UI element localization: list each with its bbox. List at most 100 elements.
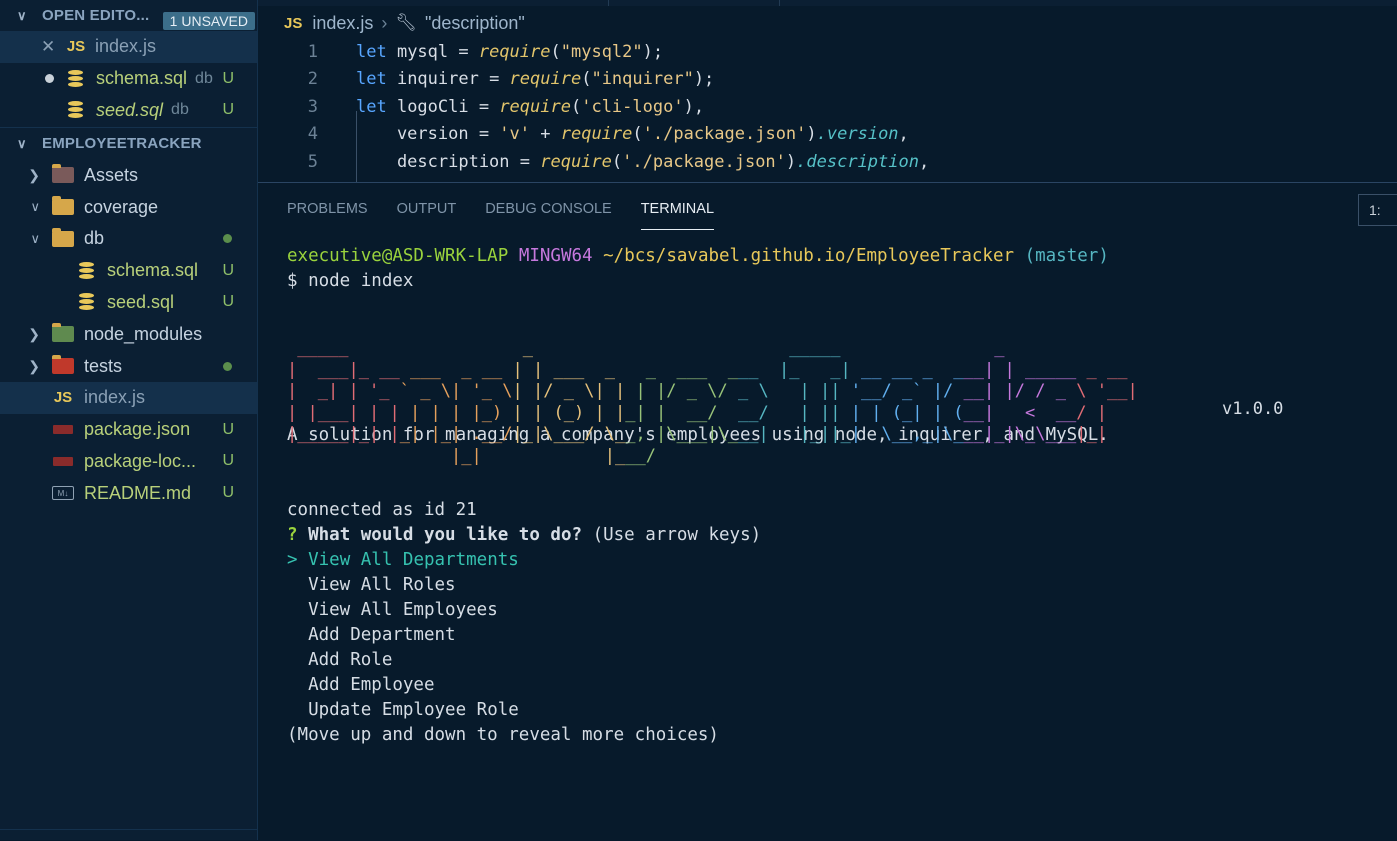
- chevron-down-icon: ∨: [30, 199, 40, 215]
- line-number: 5: [307, 151, 318, 172]
- choice[interactable]: Add Role: [287, 647, 1387, 672]
- chevron-down-icon: ∨: [17, 7, 27, 23]
- unsaved-badge: 1 UNSAVED: [162, 12, 255, 30]
- terminal-output[interactable]: executive@ASD-WRK-LAP MINGW64 ~/bcs/sava…: [287, 243, 1387, 747]
- open-editor-index-js[interactable]: ✕ JS index.js: [0, 31, 257, 63]
- prompt-user-host: executive@ASD-WRK-LAP: [287, 245, 509, 266]
- open-editor-label: seed.sql: [96, 99, 164, 120]
- test-folder-icon: [52, 355, 74, 375]
- line-number: 3: [307, 96, 318, 117]
- open-editor-label: index.js: [95, 36, 157, 57]
- open-editor-label: schema.sql: [96, 68, 188, 89]
- tree-item-seed-sql[interactable]: seed.sql U: [0, 287, 257, 319]
- tab-terminal[interactable]: TERMINAL: [640, 189, 715, 230]
- chevron-down-icon: ∨: [30, 230, 40, 246]
- tree-item-label: node_modules: [84, 323, 203, 344]
- choice-label: View All Roles: [308, 574, 456, 595]
- line-number: 1: [307, 41, 318, 62]
- tree-item-node-modules[interactable]: ❯ node_modules: [0, 318, 257, 350]
- code-line: 4 version = 'v' + require('./package.jso…: [258, 121, 1397, 149]
- explorer-sidebar: ∨ OPEN EDITO... 1 UNSAVED ✕ JS index.js …: [0, 0, 258, 840]
- close-icon[interactable]: ✕: [41, 37, 65, 57]
- git-status: U: [222, 452, 234, 470]
- choice[interactable]: View All Employees: [287, 597, 1387, 622]
- tree-item-tests[interactable]: ❯ tests: [0, 350, 257, 382]
- code-line: 5 description = require('./package.json'…: [258, 148, 1397, 176]
- connected-line: connected as id 21: [287, 499, 477, 520]
- code-line: 1 let mysql = require("mysql2");: [258, 38, 1397, 66]
- git-status: U: [222, 293, 234, 311]
- editor-tab[interactable]: [258, 0, 609, 6]
- tree-item-schema-sql[interactable]: schema.sql U: [0, 255, 257, 287]
- chevron-right-icon: ›: [381, 12, 388, 33]
- open-editor-seed-sql[interactable]: seed.sql db U: [0, 95, 257, 127]
- footer-hint: (Move up and down to reveal more choices…: [287, 724, 719, 745]
- code-editor[interactable]: 1 let mysql = require("mysql2"); 2 let i…: [258, 38, 1397, 182]
- choice-label: Update Employee Role: [308, 699, 519, 720]
- js-icon: JS: [53, 389, 73, 407]
- folder-icon: [52, 164, 74, 184]
- pointer-icon: >: [287, 549, 298, 570]
- code-line: 3 let logoCli = require('cli-logo'),: [258, 93, 1397, 121]
- line-number: 2: [307, 69, 318, 90]
- prompt-branch: (master): [1024, 245, 1109, 266]
- panel-tabs: PROBLEMS OUTPUT DEBUG CONSOLE TERMINAL: [258, 183, 1397, 235]
- tree-item-db[interactable]: ∨ db: [0, 223, 257, 255]
- question-line: ? What would you like to do? (Use arrow …: [287, 522, 1387, 547]
- prompt-path: ~/bcs/savabel.github.io/EmployeeTracker: [603, 245, 1015, 266]
- tab-debug-console[interactable]: DEBUG CONSOLE: [485, 189, 612, 229]
- unsaved-dot-icon: [45, 74, 54, 84]
- js-icon: JS: [284, 14, 303, 32]
- tree-item-label: db: [84, 228, 105, 249]
- breadcrumb-file[interactable]: index.js: [312, 13, 373, 34]
- tree-item-package-json[interactable]: package.json U: [0, 414, 257, 446]
- tree-item-label: schema.sql: [107, 260, 199, 281]
- choice-selected[interactable]: > View All Departments: [287, 547, 1387, 572]
- tree-item-package-lock[interactable]: package-loc... U: [0, 446, 257, 478]
- indent-guide: [356, 111, 357, 182]
- question-hint: (Use arrow keys): [592, 524, 762, 545]
- choice[interactable]: View All Roles: [287, 572, 1387, 597]
- database-icon: [75, 261, 97, 280]
- chevron-down-icon: ∨: [17, 135, 27, 151]
- command-line: $ node index: [287, 270, 414, 291]
- tree-item-readme[interactable]: M↓ README.md U: [0, 477, 257, 509]
- git-status: U: [222, 101, 234, 119]
- sidebar-footer-divider: [0, 829, 257, 840]
- tab-problems[interactable]: PROBLEMS: [287, 189, 368, 229]
- markdown-icon: M↓: [52, 486, 74, 501]
- open-editor-schema-sql[interactable]: schema.sql db U: [0, 63, 257, 95]
- code-line: 2 let inquirer = require("inquirer");: [258, 66, 1397, 94]
- wrench-icon: 🔧︎: [395, 13, 417, 32]
- folder-hint: db: [171, 101, 189, 119]
- line-number: 4: [307, 124, 318, 145]
- tree-item-coverage[interactable]: ∨ coverage: [0, 191, 257, 223]
- tree-item-label: index.js: [84, 387, 146, 408]
- open-editors-header[interactable]: ∨ OPEN EDITO... 1 UNSAVED: [0, 0, 257, 31]
- tree-item-label: package.json: [84, 419, 191, 440]
- version-label: v1.0.0: [1222, 399, 1284, 419]
- bottom-panel: PROBLEMS OUTPUT DEBUG CONSOLE TERMINAL 1…: [258, 182, 1397, 841]
- chevron-right-icon: ❯: [28, 325, 40, 342]
- breadcrumb-symbol[interactable]: "description": [425, 13, 525, 34]
- chevron-right-icon: ❯: [28, 166, 40, 183]
- tree-item-label: coverage: [84, 196, 159, 217]
- tree-item-assets[interactable]: ❯ Assets: [0, 159, 257, 191]
- modified-dot-icon: [223, 361, 232, 371]
- git-status: U: [222, 420, 234, 438]
- database-icon: [64, 69, 86, 88]
- tab-output[interactable]: OUTPUT: [397, 189, 457, 229]
- editor-tab[interactable]: [609, 0, 780, 6]
- folder-open-icon: [52, 196, 74, 216]
- choice[interactable]: Add Department: [287, 622, 1387, 647]
- terminal-selector[interactable]: 1:: [1358, 194, 1397, 226]
- tree-item-label: package-loc...: [84, 450, 197, 471]
- choice[interactable]: Update Employee Role: [287, 697, 1387, 722]
- tree-item-index-js[interactable]: JS index.js: [0, 381, 257, 414]
- chevron-right-icon: ❯: [28, 357, 40, 374]
- folder-hint: db: [195, 69, 213, 87]
- choice[interactable]: Add Employee: [287, 672, 1387, 697]
- js-icon: JS: [66, 38, 86, 56]
- tree-item-label: seed.sql: [107, 291, 175, 312]
- project-header[interactable]: ∨ EMPLOYEETRACKER: [0, 127, 257, 159]
